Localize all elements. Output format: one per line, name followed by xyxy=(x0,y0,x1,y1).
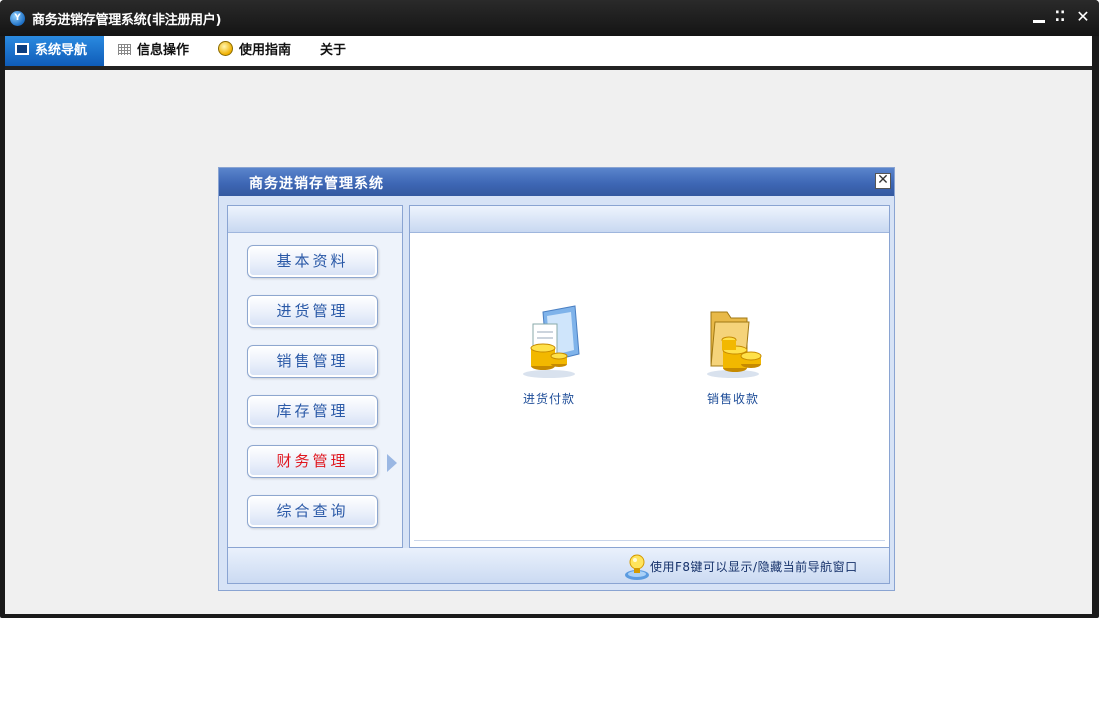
panel-header xyxy=(228,206,402,233)
feature-sales-receipt[interactable]: 销售收款 xyxy=(678,302,788,407)
dialog-close-button[interactable]: ✕ xyxy=(875,173,891,189)
window-title: 商务进销存管理系统(非注册用户) xyxy=(32,13,222,28)
purchase-payment-icon xyxy=(513,302,585,382)
nav-button-finance-management[interactable]: 财务管理 xyxy=(247,445,378,478)
minimize-button[interactable] xyxy=(1030,8,1048,26)
dialog-title: 商务进销存管理系统 xyxy=(249,176,384,192)
title-bar: Y 商务进销存管理系统(非注册用户) ⁚⁚ ✕ xyxy=(0,0,1099,36)
tab-label: 使用指南 xyxy=(239,43,292,58)
tab-label: 关于 xyxy=(320,43,347,58)
nav-button-general-query[interactable]: 综合查询 xyxy=(247,495,378,528)
grid-icon xyxy=(118,44,131,55)
feature-label: 进货付款 xyxy=(522,392,575,406)
navigation-dialog: 商务进销存管理系统 ✕ 基本资料 进货管理 销售管理 库存管理 财务管理 综合查… xyxy=(218,167,895,591)
tab-user-guide[interactable]: 使用指南 xyxy=(208,36,306,66)
module-nav-panel: 基本资料 进货管理 销售管理 库存管理 财务管理 综合查询 xyxy=(227,205,403,548)
dialog-title-bar[interactable]: 商务进销存管理系统 ✕ xyxy=(219,168,894,196)
selected-arrow-icon xyxy=(387,454,397,472)
tab-label: 信息操作 xyxy=(137,43,190,58)
nav-button-purchase-management[interactable]: 进货管理 xyxy=(247,295,378,328)
app-logo-icon: Y xyxy=(10,11,25,26)
status-hint-text: 使用F8键可以显示/隐藏当前导航窗口 xyxy=(650,560,858,574)
close-button[interactable]: ✕ xyxy=(1074,8,1092,26)
lightbulb-hint-icon xyxy=(624,553,650,581)
nav-button-sales-management[interactable]: 销售管理 xyxy=(247,345,378,378)
module-content-panel: 进货付款 销售收款 xyxy=(409,205,890,548)
nav-button-inventory-management[interactable]: 库存管理 xyxy=(247,395,378,428)
tab-label: 系统导航 xyxy=(35,43,88,58)
monitor-icon xyxy=(15,43,29,55)
menu-bar: 系统导航 信息操作 使用指南 关于 xyxy=(5,36,1092,70)
feature-label: 销售收款 xyxy=(706,392,759,406)
dialog-status-bar: 使用F8键可以显示/隐藏当前导航窗口 xyxy=(227,548,890,584)
nav-button-basic-data[interactable]: 基本资料 xyxy=(247,245,378,278)
sales-receipt-icon xyxy=(697,302,769,382)
restore-button[interactable]: ⁚⁚ xyxy=(1051,8,1069,26)
bulb-icon xyxy=(218,41,233,56)
feature-purchase-payment[interactable]: 进货付款 xyxy=(494,302,604,407)
panel-header xyxy=(410,206,889,233)
content-divider xyxy=(414,540,885,541)
tab-system-navigation[interactable]: 系统导航 xyxy=(5,36,104,66)
tab-info-operations[interactable]: 信息操作 xyxy=(108,36,206,66)
tab-about[interactable]: 关于 xyxy=(310,36,360,66)
